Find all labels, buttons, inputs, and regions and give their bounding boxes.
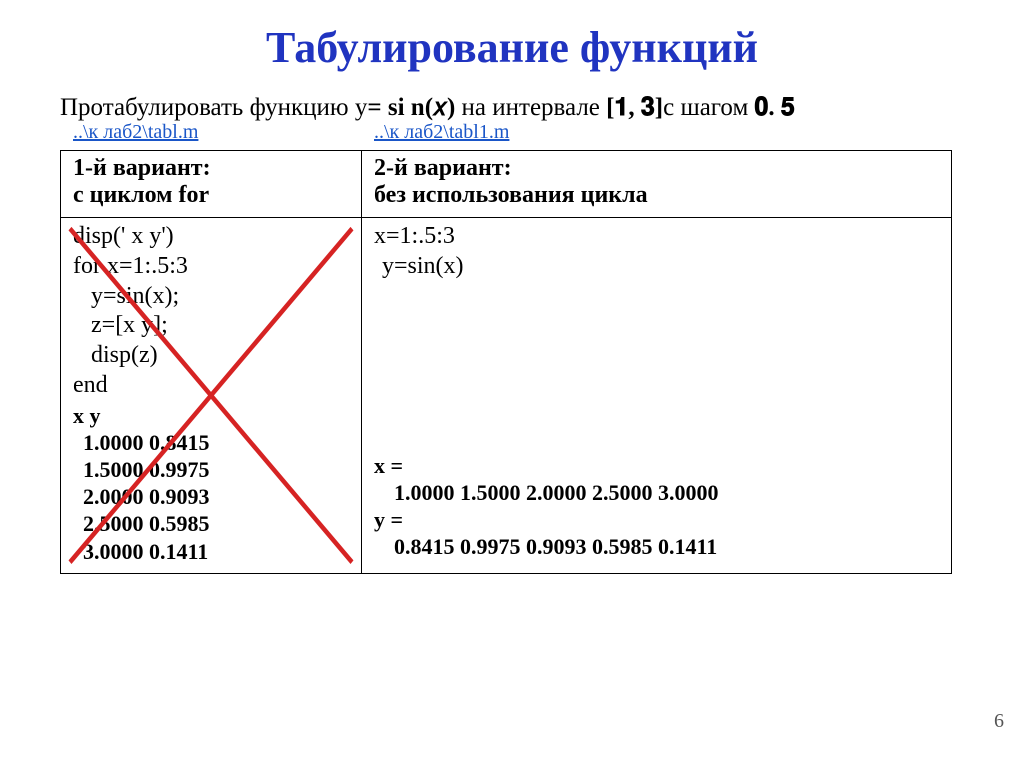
variant1-line2: с циклом for <box>73 182 209 208</box>
out1-r4: 2.5000 0.5985 <box>83 510 351 537</box>
variant2-line1: 2-й вариант: <box>374 155 512 181</box>
code1-l1: disp(' x y') <box>73 222 351 252</box>
code1-l2: for x=1:.5:3 <box>73 252 351 282</box>
code1-l4: z=[x y]; <box>73 311 351 341</box>
code2-l1: x=1:.5:3 <box>374 222 941 252</box>
code1-l3: y=sin(x); <box>73 282 351 312</box>
out1-r2: 1.5000 0.9975 <box>83 456 351 483</box>
code-table: ..\к лаб2\tabl.m 1-й вариант: с циклом f… <box>60 150 952 574</box>
link-tabl1-m[interactable]: ..\к лаб2\tabl1.m <box>374 121 509 144</box>
task-eq: = si n(𝑥) <box>367 94 455 121</box>
variant1-body: disp(' x y') for x=1:.5:3 y=sin(x); z=[x… <box>61 218 361 573</box>
page-title: Табулирование функций <box>0 22 1024 73</box>
variant2-line2: без использования цикла <box>374 182 648 208</box>
variant2-header: 2-й вариант: без использования цикла <box>374 155 941 209</box>
out1-header: x y <box>73 403 351 429</box>
link-tabl-m[interactable]: ..\к лаб2\tabl.m <box>73 121 198 144</box>
out2-yr: 0.8415 0.9975 0.9093 0.5985 0.1411 <box>374 533 941 560</box>
out2-yh: y = <box>374 506 941 533</box>
task-step-prefix: с шагом <box>663 94 754 121</box>
task-mid: на интервале <box>455 94 606 121</box>
out2-xh: x = <box>374 452 941 479</box>
slide: Табулирование функций Протабулировать фу… <box>0 0 1024 767</box>
task-step: 𝟎. 𝟓 <box>755 94 795 121</box>
variant2-body: x=1:.5:3 y=sin(x) x = 1.0000 1.5000 2.00… <box>362 218 951 569</box>
task-text: Протабулировать функцию y= si n(𝑥) на ин… <box>60 90 960 125</box>
page-number: 6 <box>994 710 1004 733</box>
out1-r5: 3.0000 0.1411 <box>83 538 351 565</box>
out1-r3: 2.0000 0.9093 <box>83 483 351 510</box>
out1-r1: 1.0000 0.8415 <box>83 429 351 456</box>
task-interval: [𝟏, 𝟑] <box>606 94 663 121</box>
code1-l6: end <box>73 371 351 401</box>
task-prefix: Протабулировать функцию y <box>60 94 367 121</box>
variant1-line1: 1-й вариант: <box>73 155 211 181</box>
code1-l5: disp(z) <box>73 341 351 371</box>
out2-xr: 1.0000 1.5000 2.0000 2.5000 3.0000 <box>374 479 941 506</box>
variant1-header: 1-й вариант: с циклом for <box>73 155 351 209</box>
code2-l2: y=sin(x) <box>374 252 941 282</box>
